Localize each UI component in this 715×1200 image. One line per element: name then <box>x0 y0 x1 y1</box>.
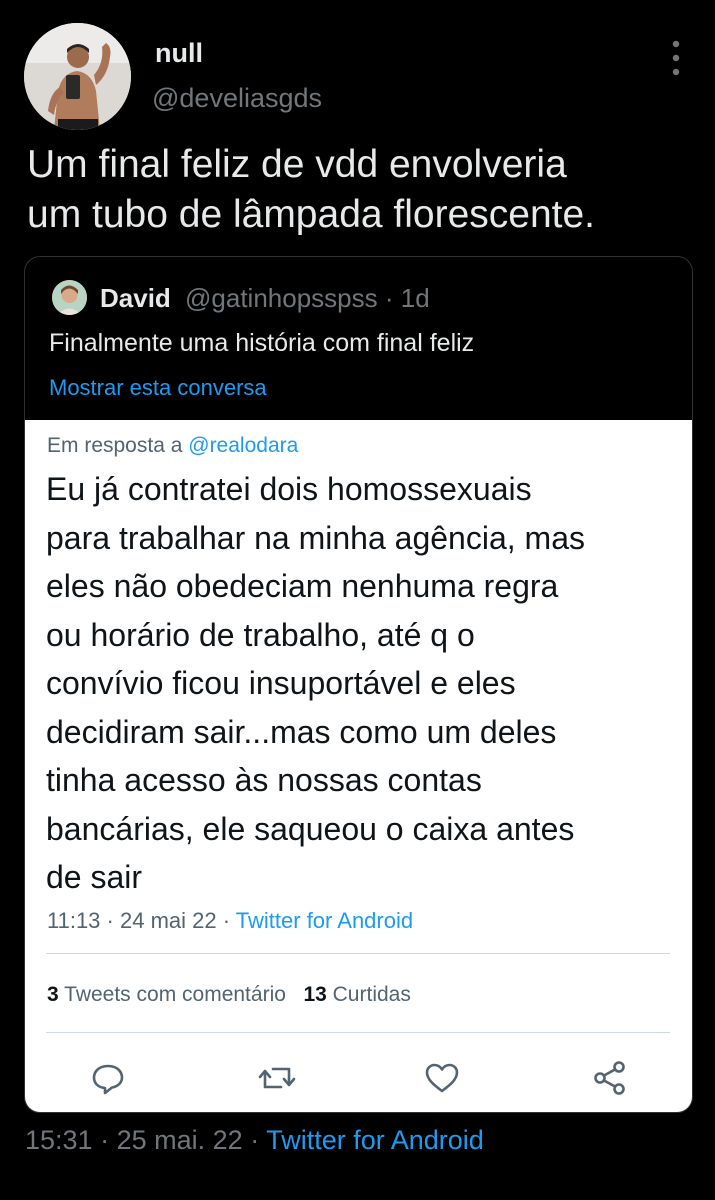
tweet-date: 25 mai. 22 <box>116 1125 243 1155</box>
quoted-tweet-card[interactable]: David @gatinhopsspss · 1d Finalmente uma… <box>24 256 693 1113</box>
embedded-tweet-meta: 11:13 · 24 mai 22 · Twitter for Android <box>47 908 413 934</box>
meta-separator: · <box>250 1125 260 1155</box>
quote-text: Finalmente uma história com final feliz <box>49 329 475 357</box>
tweet-text-line: um tubo de lâmpada florescente. <box>27 193 596 236</box>
quote-author-avatar <box>52 280 87 315</box>
meta-separator: · <box>100 1125 110 1155</box>
embedded-text-line: convívio ficou insuportável e eles <box>46 665 516 701</box>
author-handle[interactable]: @develiasgds <box>152 83 322 114</box>
reply-prefix: Em resposta a <box>47 434 183 457</box>
author-display-name[interactable]: null <box>155 38 203 69</box>
share-icon <box>590 1058 630 1098</box>
embedded-text-line: Eu já contratei dois homossexuais <box>46 471 532 507</box>
embedded-time: 11:13 <box>47 908 101 933</box>
like-count-label: Curtidas <box>332 983 411 1006</box>
embedded-text-line: para trabalhar na minha agência, mas <box>46 519 585 556</box>
meta-separator: · <box>222 908 231 933</box>
reply-mention: @realodara <box>188 434 299 457</box>
quote-count: 3 <box>47 983 59 1006</box>
more-vertical-icon[interactable] <box>662 38 690 78</box>
quote-author-name: David <box>100 283 171 313</box>
divider <box>46 953 670 954</box>
embedded-text-line: eles não obedeciam nenhuma regra <box>46 568 559 604</box>
tweet-source[interactable]: Twitter for Android <box>266 1125 484 1155</box>
reply-context: Em resposta a @realodara <box>47 434 298 458</box>
retweet-icon <box>257 1058 297 1098</box>
embedded-text-line: tinha acesso às nossas contas <box>46 762 482 798</box>
show-thread-link[interactable]: Mostrar esta conversa <box>49 375 267 401</box>
quote-count-label: Tweets com comentário <box>64 983 286 1006</box>
tweet-time: 15:31 <box>25 1125 93 1155</box>
embedded-tweet-screenshot: Em resposta a @realodara Eu já contratei… <box>25 420 692 1112</box>
embedded-text-line: de sair <box>46 859 143 895</box>
embedded-tweet-text: Eu já contratei dois homossexuais para t… <box>46 465 676 902</box>
quote-author-handle: @gatinhopsspss <box>185 283 378 313</box>
embedded-text-line: ou horário de trabalho, até q o <box>46 616 475 653</box>
tweet-text-line: Um final feliz de vdd envolveria <box>27 143 567 186</box>
embedded-text-line: decidiram sair...mas como um deles <box>46 713 557 750</box>
like-icon <box>422 1058 462 1098</box>
avatar-photo <box>24 23 131 130</box>
meta-separator: · <box>384 283 394 313</box>
embedded-stats: 3 Tweets com comentário 13 Curtidas <box>47 983 411 1007</box>
quote-age: 1d <box>400 283 430 313</box>
embedded-source: Twitter for Android <box>235 908 414 933</box>
author-avatar[interactable] <box>24 23 131 130</box>
divider <box>46 1032 670 1033</box>
meta-separator: · <box>106 908 114 933</box>
embedded-text-line: bancárias, ele saqueou o caixa antes <box>46 810 575 847</box>
tweet-text: Um final feliz de vdd envolveria um tubo… <box>27 140 697 240</box>
quote-author-meta: @gatinhopsspss · 1d <box>185 283 430 314</box>
embedded-date: 24 mai 22 <box>120 908 217 933</box>
like-count: 13 <box>303 983 327 1006</box>
reply-icon <box>88 1058 128 1098</box>
tweet-meta: 15:31 · 25 mai. 22 · Twitter for Android <box>25 1125 484 1156</box>
